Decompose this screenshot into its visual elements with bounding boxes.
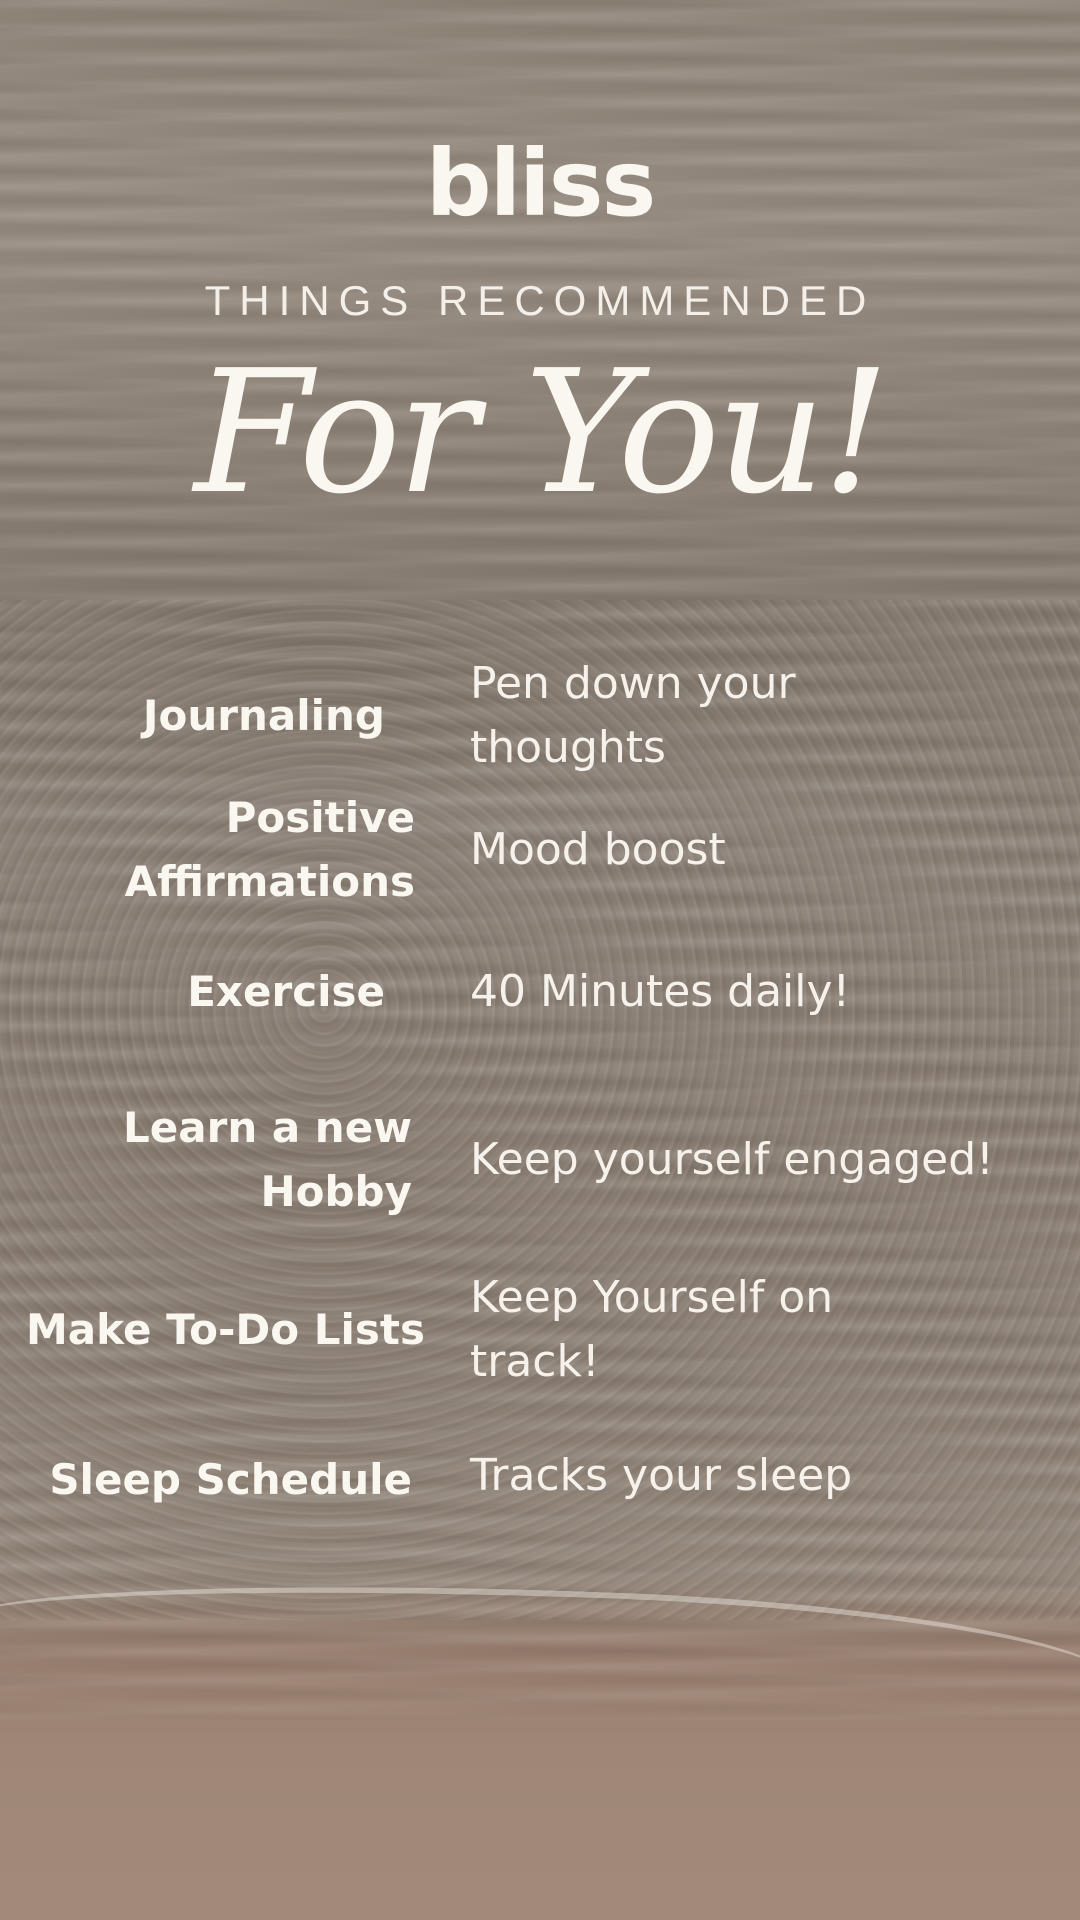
recommendation-learn-hobby: Learn a new Hobby Keep yourself engaged! (0, 1096, 1080, 1226)
recommendation-sleep-schedule: Sleep Schedule Tracks your sleep (0, 1444, 1080, 1514)
recommendation-description: Mood boost (470, 824, 726, 875)
recommendation-name: Exercise (187, 967, 385, 1016)
recommendation-name: Make To-Do Lists (26, 1305, 425, 1354)
recommendation-positive-affirmations: Positive Affirmations Mood boost (0, 786, 1080, 916)
recommendation-description: Pen down your thoughts (470, 658, 796, 773)
recommendation-todo-lists: Make To-Do Lists Keep Yourself on track! (0, 1266, 1080, 1396)
recommendation-journaling: Journaling Pen down your thoughts (0, 652, 1080, 782)
recommendation-description: Keep yourself engaged! (470, 1134, 994, 1185)
sand (0, 1650, 1080, 1920)
recommendation-name: Positive Affirmations (124, 793, 415, 906)
recommendation-name: Journaling (142, 691, 385, 740)
recommendation-description: Tracks your sleep (470, 1450, 853, 1501)
recommendation-description: Keep Yourself on track! (470, 1272, 834, 1387)
recommendation-name: Sleep Schedule (49, 1455, 412, 1504)
page-subtitle: THINGS RECOMMENDED (204, 277, 876, 324)
page-title: For You! (194, 334, 890, 532)
recommendation-description: 40 Minutes daily! (470, 966, 851, 1017)
recommendation-exercise: Exercise 40 Minutes daily! (0, 960, 1080, 1030)
brand-logo: bliss (425, 130, 656, 237)
recommendation-name: Learn a new Hobby (123, 1103, 412, 1216)
